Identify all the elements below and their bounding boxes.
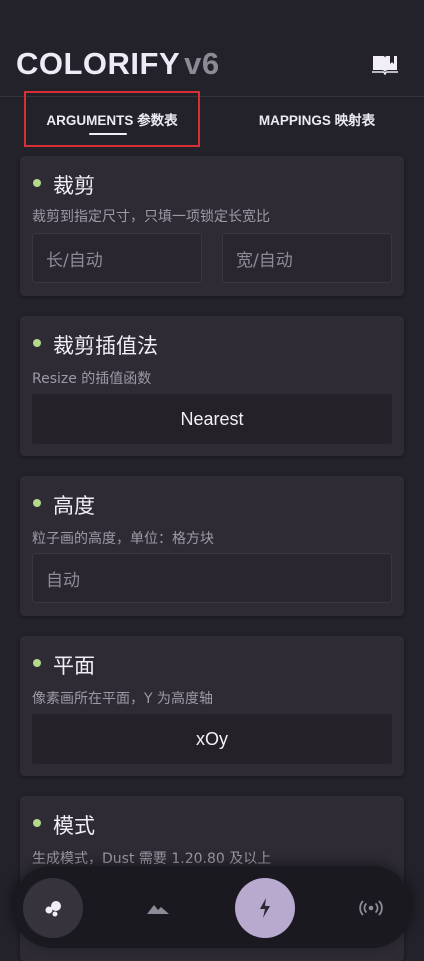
app-header: COLORIFY v6 (0, 0, 424, 97)
card-description: 生成模式，Dust 需要 1.20.80 及以上 (32, 851, 272, 867)
tab-mappings[interactable]: MAPPINGS 映射表 (222, 91, 412, 147)
app-version: v6 (184, 46, 220, 81)
interpolation-select[interactable]: Nearest (32, 394, 392, 444)
app-logo: COLORIFY v6 (16, 46, 220, 82)
bolt-icon (260, 898, 270, 918)
tab-arguments[interactable]: ARGUMENTS 参数表 (24, 91, 200, 147)
app-name: COLORIFY (16, 46, 181, 81)
card-description: 粒子画的高度，单位：格方块 (32, 531, 214, 547)
bottom-navigation (12, 866, 412, 948)
card-description: Resize 的插值函数 (32, 371, 152, 387)
crop-length-input[interactable]: 长/自动 (32, 233, 202, 283)
status-dot (33, 179, 41, 187)
status-dot (33, 659, 41, 667)
card-crop: 裁剪 裁剪到指定尺寸，只填一项锁定长宽比 长/自动 宽/自动 (20, 156, 404, 296)
broadcast-icon (359, 900, 383, 916)
tab-bar: ARGUMENTS 参数表 MAPPINGS 映射表 (0, 91, 424, 147)
nav-generate[interactable] (235, 878, 295, 938)
tab-mappings-label: MAPPINGS 映射表 (258, 113, 376, 128)
card-title: 高度 (53, 494, 95, 518)
status-dot (33, 819, 41, 827)
book-icon[interactable] (371, 53, 399, 75)
status-dot (33, 499, 41, 507)
card-title: 裁剪插值法 (53, 334, 158, 358)
status-dot (33, 339, 41, 347)
tab-arguments-label: ARGUMENTS 参数表 (46, 113, 178, 128)
card-description: 像素画所在平面，Y 为高度轴 (32, 691, 214, 707)
card-plane: 平面 像素画所在平面，Y 为高度轴 xOy (20, 636, 404, 776)
card-height: 高度 粒子画的高度，单位：格方块 自动 (20, 476, 404, 616)
active-tab-indicator (89, 133, 127, 135)
height-input[interactable]: 自动 (32, 553, 392, 603)
card-interpolation: 裁剪插值法 Resize 的插值函数 Nearest (20, 316, 404, 456)
particles-icon (45, 901, 61, 917)
card-title: 平面 (53, 654, 95, 678)
crop-width-input[interactable]: 宽/自动 (222, 233, 392, 283)
card-title: 裁剪 (53, 174, 95, 198)
nav-broadcast[interactable] (341, 878, 401, 938)
plane-select[interactable]: xOy (32, 714, 392, 764)
nav-landscape[interactable] (128, 878, 188, 938)
nav-particles[interactable] (23, 878, 83, 938)
landscape-icon (147, 905, 169, 914)
card-title: 模式 (53, 814, 95, 838)
card-description: 裁剪到指定尺寸，只填一项锁定长宽比 (32, 209, 270, 225)
